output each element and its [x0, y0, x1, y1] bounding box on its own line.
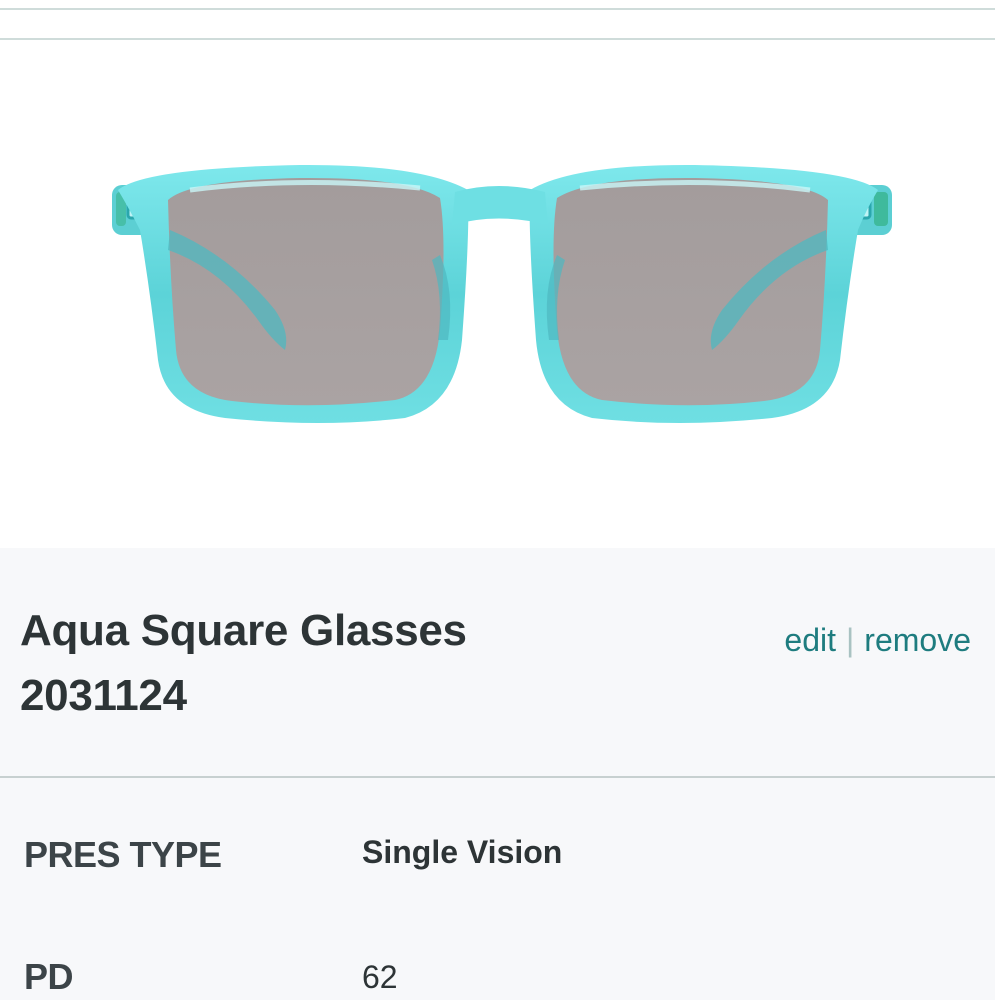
details-divider [0, 776, 995, 778]
actions-separator: | [845, 622, 855, 658]
product-sku: 2031124 [20, 671, 187, 720]
item-actions: edit | remove [784, 618, 971, 662]
pd-value: 62 [362, 959, 398, 995]
top-divider [0, 8, 995, 10]
cart-item-page: Aqua Square Glasses 2031124 edit | remove … [0, 0, 995, 1000]
pd-label: PD [24, 956, 74, 997]
pres-type-label: PRES TYPE [24, 834, 222, 875]
product-name: Aqua Square Glasses [20, 606, 467, 655]
remove-link[interactable]: remove [864, 622, 971, 658]
pres-type-value: Single Vision [362, 834, 563, 870]
glasses-image [112, 164, 892, 423]
edit-link[interactable]: edit [784, 622, 836, 658]
product-image[interactable] [0, 40, 995, 548]
